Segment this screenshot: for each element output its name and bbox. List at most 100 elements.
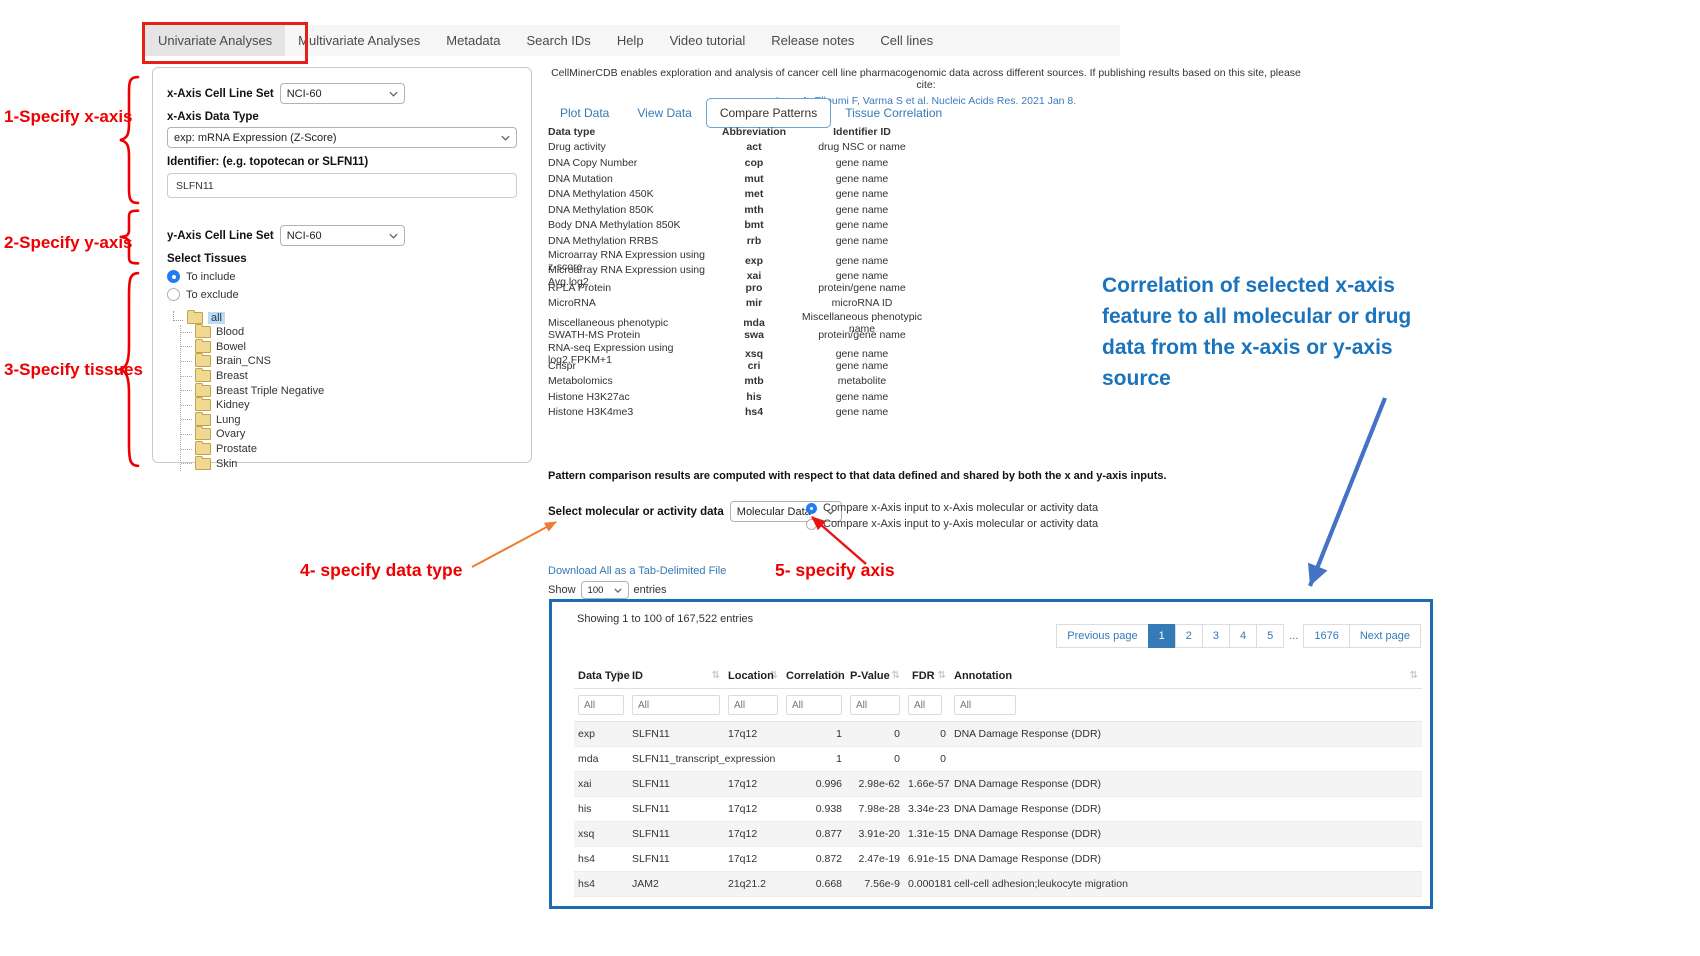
pattern-comparison-note: Pattern comparison results are computed … xyxy=(548,470,1308,482)
tree-connector xyxy=(181,361,192,362)
tissue-filter-radio[interactable]: To include xyxy=(167,270,517,283)
datatype-identifier: metabolite xyxy=(798,375,926,387)
molecular-data-control: Select molecular or activity data Molecu… xyxy=(548,501,842,522)
download-all-link[interactable]: Download All as a Tab-Delimited File xyxy=(548,565,726,577)
datatype-abbreviation: pro xyxy=(710,282,798,294)
page-number-button[interactable]: 4 xyxy=(1229,624,1257,648)
tissue-tree-item[interactable]: Lung xyxy=(181,413,517,428)
filter-correlation-input[interactable] xyxy=(786,695,842,715)
axis-compare-radio[interactable]: Compare x-Axis input to y-Axis molecular… xyxy=(806,518,1098,530)
sort-icon[interactable]: ⇅ xyxy=(892,670,900,681)
axis-compare-radio[interactable]: Compare x-Axis input to x-Axis molecular… xyxy=(806,502,1098,514)
view-tab-label: Plot Data xyxy=(560,106,609,120)
page-number-button[interactable]: 3 xyxy=(1202,624,1230,648)
tissue-tree-item[interactable]: Kidney xyxy=(181,398,517,413)
previous-page-button[interactable]: Previous page xyxy=(1056,624,1148,648)
datatype-table-row: RPLA Protein pro protein/gene name xyxy=(548,280,926,296)
tissue-tree-item-label: Skin xyxy=(216,458,237,470)
x-axis-cell-line-set-select[interactable]: NCI-60 xyxy=(280,83,405,104)
col-header-annotation[interactable]: ⇅Annotation xyxy=(950,664,1422,689)
tissue-tree-item[interactable]: Skin xyxy=(181,456,517,471)
nav-item[interactable]: Search IDs xyxy=(514,25,604,56)
table-row: hs4 SLFN11 17q12 0.872 2.47e-19 6.91e-15… xyxy=(574,847,1422,872)
page-number-button[interactable]: 2 xyxy=(1175,624,1203,648)
tissue-tree-root[interactable]: all xyxy=(171,310,517,325)
tissue-tree-item[interactable]: Prostate xyxy=(181,442,517,457)
col-header-id[interactable]: ⇅ID xyxy=(628,664,724,689)
tissue-tree-item[interactable]: Bowel xyxy=(181,340,517,355)
chevron-down-icon xyxy=(389,233,398,239)
col-header-correlation[interactable]: ⇅Correlation xyxy=(782,664,846,689)
col-header-p-value[interactable]: ⇅P-Value xyxy=(846,664,904,689)
radio-icon xyxy=(806,503,817,514)
page-number-button[interactable]: 1676 xyxy=(1303,624,1349,648)
datatype-abbreviation: mtb xyxy=(710,375,798,387)
sort-icon[interactable]: ⇅ xyxy=(712,670,720,681)
nav-item[interactable]: Metadata xyxy=(433,25,513,56)
datatype-identifier: protein/gene name xyxy=(798,329,926,341)
cell-location: 21q21.2 xyxy=(724,872,782,897)
sort-icon[interactable]: ⇅ xyxy=(938,670,946,681)
nav-item[interactable]: Help xyxy=(604,25,657,56)
datatype-name: DNA Methylation 850K xyxy=(548,204,710,216)
filter-data-type-input[interactable] xyxy=(578,695,624,715)
cell-fdr: 0 xyxy=(904,747,950,772)
view-tab-label: Tissue Correlation xyxy=(845,106,942,120)
tissue-tree-item[interactable]: Blood xyxy=(181,325,517,340)
y-axis-cell-line-set-select[interactable]: NCI-60 xyxy=(280,225,405,246)
page-number-button[interactable]: ... xyxy=(1283,625,1304,647)
datatype-table-row: Microarray RNA Expression using z-score … xyxy=(548,249,926,265)
filter-fdr-input[interactable] xyxy=(908,695,942,715)
cell-p-value: 2.47e-19 xyxy=(846,847,904,872)
identifier-input[interactable] xyxy=(167,173,517,198)
filter-annotation-input[interactable] xyxy=(954,695,1016,715)
x-axis-cell-line-set-label: x-Axis Cell Line Set xyxy=(167,88,274,100)
page-number-button[interactable]: 1 xyxy=(1148,624,1176,648)
col-header-data-type[interactable]: ⇅Data Type xyxy=(574,664,628,689)
annotation-correlation-note: Correlation of selected x-axis feature t… xyxy=(1102,270,1458,394)
filter-id-input[interactable] xyxy=(632,695,720,715)
next-page-button[interactable]: Next page xyxy=(1349,624,1421,648)
tissue-tree-item[interactable]: Brain_CNS xyxy=(181,354,517,369)
page-number-button[interactable]: 5 xyxy=(1256,624,1284,648)
cell-p-value: 2.98e-62 xyxy=(846,772,904,797)
nav-item[interactable]: Video tutorial xyxy=(657,25,759,56)
annotation-brace-2 xyxy=(116,209,142,265)
cell-correlation: 0.668 xyxy=(782,872,846,897)
datatype-identifier: gene name xyxy=(798,235,926,247)
annotation-step1: 1-Specify x-axis xyxy=(4,107,133,127)
tree-connector xyxy=(181,449,192,450)
tissue-tree-item[interactable]: Breast Triple Negative xyxy=(181,383,517,398)
datatype-table-row: RNA-seq Expression using log2.FPKM+1 xsq… xyxy=(548,342,926,358)
cell-location: 17q12 xyxy=(724,722,782,747)
cell-correlation: 0.938 xyxy=(782,797,846,822)
page-length-select[interactable]: 100 xyxy=(581,581,629,599)
sort-icon[interactable]: ⇅ xyxy=(1410,670,1418,681)
tissue-filter-radio[interactable]: To exclude xyxy=(167,288,517,301)
radio-icon xyxy=(806,519,817,530)
col-header-location[interactable]: ⇅Location xyxy=(724,664,782,689)
radio-icon xyxy=(167,270,180,283)
datatype-table-row: Histone H3K4me3 hs4 gene name xyxy=(548,405,926,421)
view-tab-label: View Data xyxy=(637,106,691,120)
nav-item[interactable]: Multivariate Analyses xyxy=(285,25,433,56)
cell-id: SLFN11 xyxy=(628,772,724,797)
cell-id: SLFN11 xyxy=(628,797,724,822)
tissue-tree-item[interactable]: Breast xyxy=(181,369,517,384)
nav-item[interactable]: Release notes xyxy=(758,25,867,56)
filter-p-value-input[interactable] xyxy=(850,695,900,715)
nav-item[interactable]: Cell lines xyxy=(867,25,946,56)
datatype-identifier: drug NSC or name xyxy=(798,141,926,153)
tissue-tree-item[interactable]: Ovary xyxy=(181,427,517,442)
cell-id: JAM2 xyxy=(628,872,724,897)
nav-item[interactable]: Univariate Analyses xyxy=(145,25,285,56)
col-header-fdr[interactable]: ⇅FDR xyxy=(904,664,950,689)
cell-id: SLFN11 xyxy=(628,722,724,747)
intro-line: CellMinerCDB enables exploration and ana… xyxy=(551,67,1301,91)
x-axis-data-type-select[interactable]: exp: mRNA Expression (Z-Score) xyxy=(167,127,517,148)
datatype-identifier: gene name xyxy=(798,219,926,231)
x-axis-data-type-label: x-Axis Data Type xyxy=(167,111,517,123)
filter-location-input[interactable] xyxy=(728,695,778,715)
cell-annotation: DNA Damage Response (DDR) xyxy=(950,847,1422,872)
orange-arrow xyxy=(472,522,556,567)
